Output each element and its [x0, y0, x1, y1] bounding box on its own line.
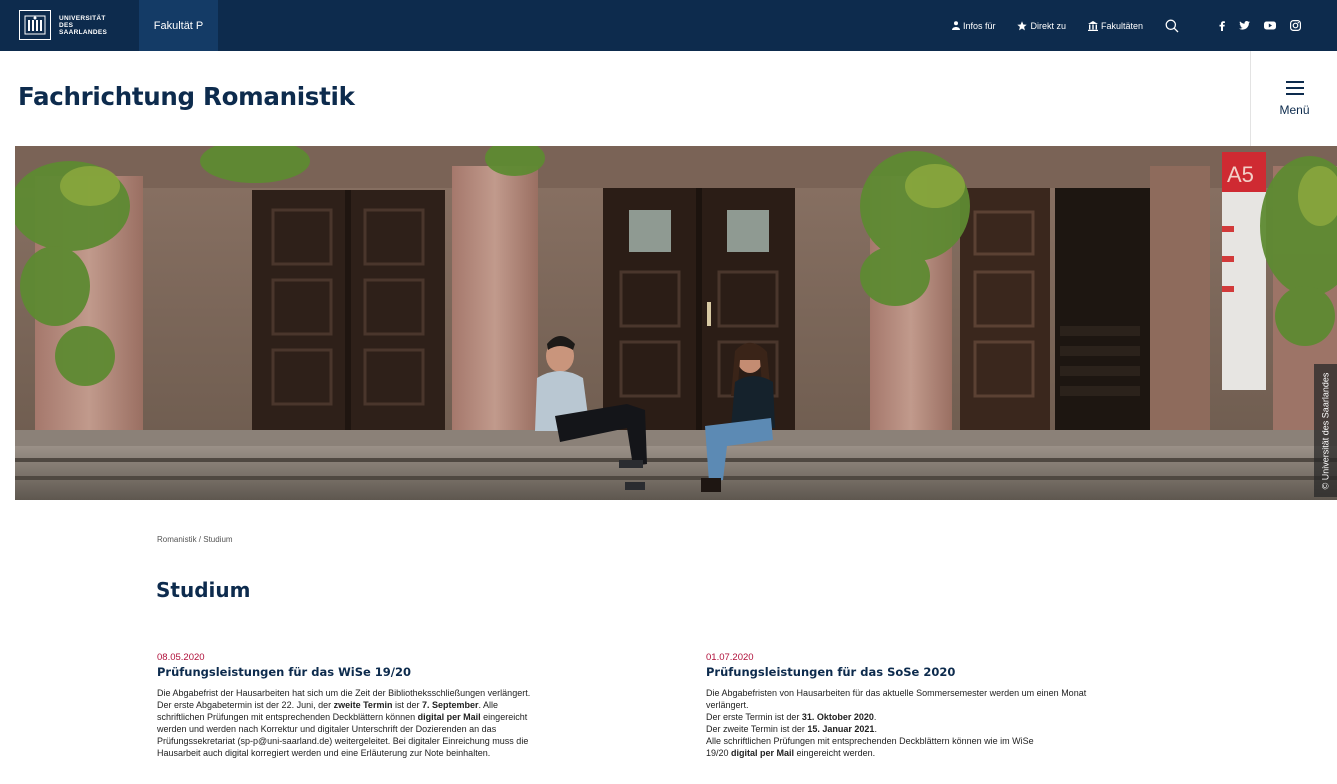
news-text: . Alle: [478, 700, 499, 710]
nav-label: Infos für: [962, 20, 996, 31]
faculty-tab-label: Fakultät P: [153, 19, 204, 32]
faculty-tab[interactable]: Fakultät P: [139, 0, 218, 51]
university-name-line: SAARLANDES: [59, 28, 108, 36]
news-text: Der erste Termin ist der: [706, 712, 802, 722]
hamburger-icon: [1285, 80, 1304, 100]
news-text: Die Abgabefrist der Hausarbeiten hat sic…: [157, 688, 531, 698]
news-item: 08.05.2020 Prüfungsleistungen für das Wi…: [157, 652, 692, 759]
university-seal-icon: [19, 10, 51, 40]
breadcrumb[interactable]: Romanistik / Studium: [157, 535, 233, 544]
news-line: Die Abgabefrist der Hausarbeiten hat sic…: [157, 687, 692, 699]
twitter-icon[interactable]: [1239, 21, 1250, 30]
news-line: Der erste Termin ist der 31. Oktober 202…: [706, 711, 1241, 723]
news-line: Der zweite Termin ist der 15. Januar 202…: [706, 723, 1241, 735]
nav-direkt-zu[interactable]: Direkt zu: [1017, 21, 1066, 31]
news-line: Alle schriftlichen Prüfungen mit entspre…: [706, 735, 1241, 747]
site-header: Fachrichtung Romanistik Menü: [0, 51, 1337, 146]
news-text: .: [873, 712, 877, 722]
news-text: Alle schriftlichen Prüfungen mit entspre…: [706, 736, 1034, 746]
facebook-icon[interactable]: [1219, 20, 1225, 31]
news-text: eingereicht: [480, 712, 528, 722]
news-line: Hausarbeit auch digital korregiert werde…: [157, 747, 692, 759]
news-text: .: [874, 724, 877, 734]
news-text: Prüfungssekretariat (sp-p@uni-saarland.d…: [157, 736, 529, 746]
nav-label: Direkt zu: [1030, 20, 1066, 31]
top-navigation: Infos für Direkt zu Fakultäten: [951, 0, 1337, 51]
top-bar: UNIVERSITÄT DES SAARLANDES Fakultät P In…: [0, 0, 1337, 51]
menu-button[interactable]: Menü: [1250, 51, 1337, 146]
hero-photo: A5: [15, 146, 1337, 500]
news-date: 08.05.2020: [157, 652, 205, 663]
building-sign: A5: [1227, 162, 1254, 187]
news-line: werden und werden nach Korrektur und dig…: [157, 723, 692, 735]
page-title: Studium: [156, 578, 251, 602]
site-title[interactable]: Fachrichtung Romanistik: [18, 82, 355, 111]
news-text: Der erste Abgabetermin ist der 22. Juni,…: [157, 700, 334, 710]
person-icon: [951, 21, 960, 30]
news-item: 01.07.2020 Prüfungsleistungen für das So…: [706, 652, 1241, 759]
news-text: werden und werden nach Korrektur und dig…: [157, 724, 497, 734]
news-text: verlängert.: [706, 700, 749, 710]
university-name-line: UNIVERSITÄT: [59, 14, 106, 22]
news-text-bold: 7. September: [421, 700, 479, 710]
news-line: Prüfungssekretariat (sp-p@uni-saarland.d…: [157, 735, 692, 747]
nav-infos-fuer[interactable]: Infos für: [951, 20, 996, 31]
youtube-icon[interactable]: [1264, 21, 1276, 30]
news-text: Hausarbeit auch digital korregiert werde…: [157, 748, 491, 758]
news-date: 01.07.2020: [706, 652, 754, 663]
news-text: schriftlichen Prüfungen mit entsprechend…: [157, 712, 418, 722]
photo-credit: © Universität des Saarlandes: [1314, 364, 1337, 497]
news-text: Der zweite Termin ist der: [706, 724, 808, 734]
photo-credit-text: © Universität des Saarlandes: [1320, 372, 1331, 489]
news-line: Der erste Abgabetermin ist der 22. Juni,…: [157, 699, 692, 711]
news-text-bold: digital per Mail: [417, 712, 481, 722]
news-text-bold: digital per Mail: [731, 748, 795, 758]
nav-fakultaeten[interactable]: Fakultäten: [1087, 20, 1143, 31]
news-title[interactable]: Prüfungsleistungen für das SoSe 2020: [706, 666, 1241, 678]
news-line: verlängert.: [706, 699, 1241, 711]
news-text-bold: 15. Januar 2021: [807, 724, 875, 734]
news-text-bold: 31. Oktober 2020: [801, 712, 874, 722]
social-links: [1205, 20, 1301, 31]
star-icon: [1017, 20, 1028, 31]
news-text: Die Abgabefristen von Hausarbeiten für d…: [706, 688, 1087, 698]
news-text: 19/20: [706, 748, 732, 758]
building-icon: [1087, 20, 1098, 31]
news-text: eingereicht werden.: [794, 748, 876, 758]
instagram-icon[interactable]: [1290, 20, 1301, 31]
search-icon[interactable]: [1165, 19, 1179, 33]
menu-label: Menü: [1279, 102, 1310, 117]
news-line: schriftlichen Prüfungen mit entsprechend…: [157, 711, 692, 723]
nav-label: Fakultäten: [1100, 20, 1143, 31]
news-line: Die Abgabefristen von Hausarbeiten für d…: [706, 687, 1241, 699]
news-text-bold: zweite Termin: [333, 700, 393, 710]
university-name-line: DES: [59, 21, 74, 29]
news-line: 19/20 digital per Mail eingereicht werde…: [706, 747, 1241, 759]
university-name: UNIVERSITÄT DES SAARLANDES: [59, 15, 107, 36]
hero-image: A5 © Universität des Saarlandes: [15, 146, 1337, 500]
university-logo[interactable]: UNIVERSITÄT DES SAARLANDES: [19, 8, 149, 42]
news-text: ist der: [392, 700, 422, 710]
news-title[interactable]: Prüfungsleistungen für das WiSe 19/20: [157, 666, 692, 678]
